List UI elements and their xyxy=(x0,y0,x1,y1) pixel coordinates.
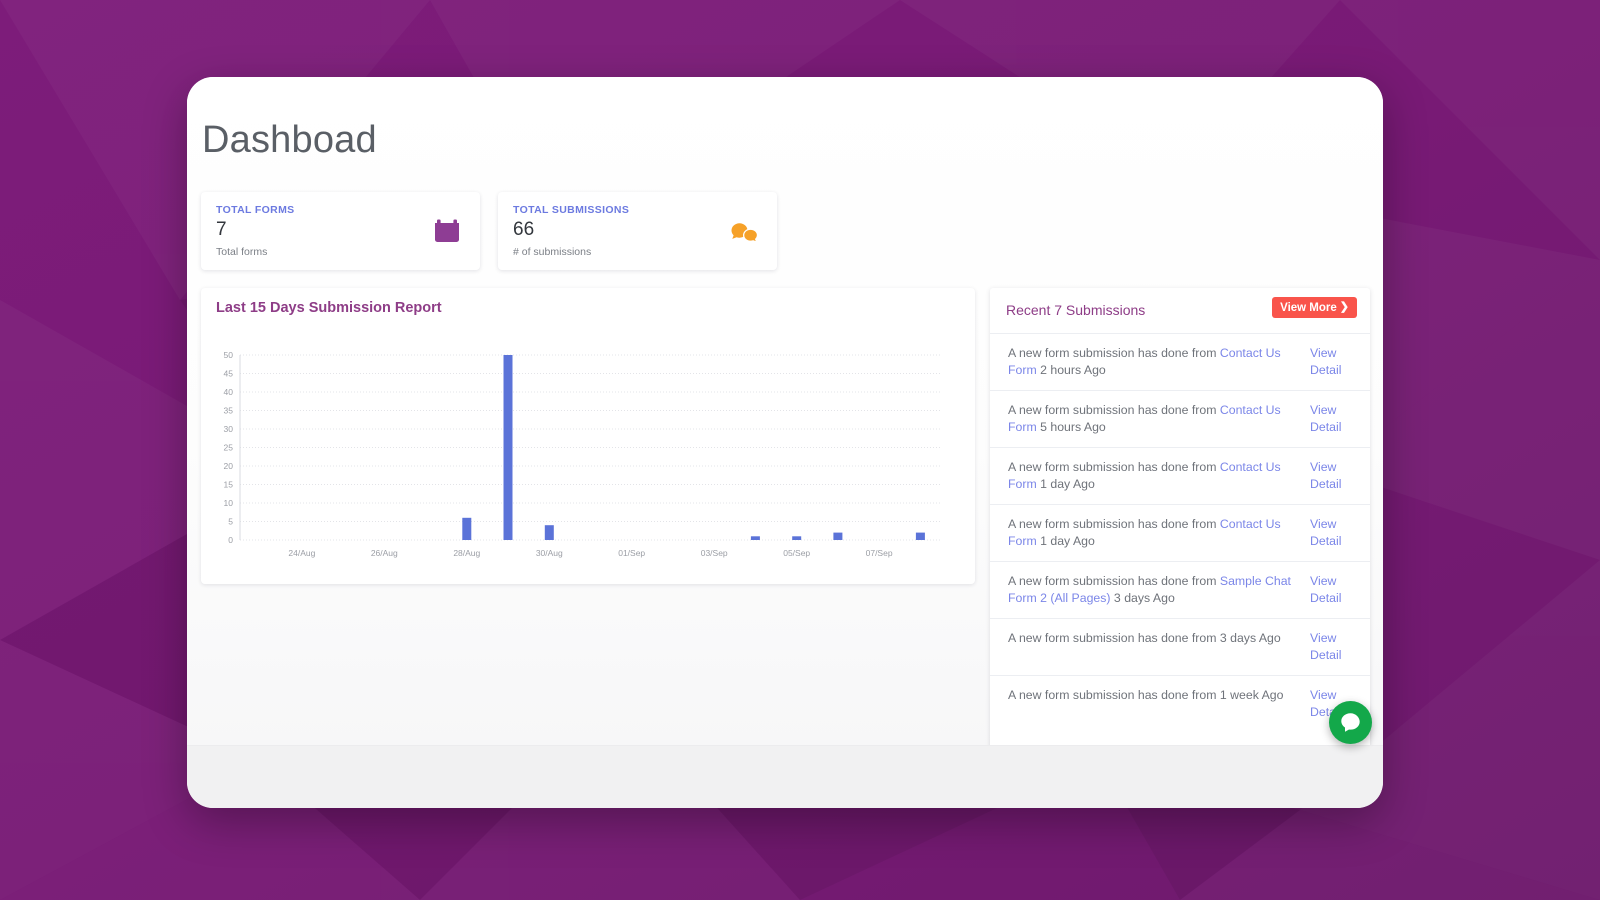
y-tick-label: 20 xyxy=(224,461,234,471)
chevron-right-icon: ❯ xyxy=(1339,301,1349,313)
chat-widget-button[interactable] xyxy=(1329,701,1372,744)
page-title: Dashboad xyxy=(202,119,377,161)
page-root: Dashboad TOTAL FORMS 7 Total forms TOTAL… xyxy=(0,0,1600,900)
submission-row[interactable]: A new form submission has done from Cont… xyxy=(990,333,1370,390)
submission-text: A new form submission has done from 3 da… xyxy=(1008,630,1310,647)
view-more-button[interactable]: View More ❯ xyxy=(1272,297,1357,318)
submission-time: 1 week Ago xyxy=(1219,688,1284,702)
submission-text: A new form submission has done from Samp… xyxy=(1008,573,1310,607)
y-tick-label: 25 xyxy=(224,443,234,453)
recent-submissions-header: Recent 7 Submissions View More ❯ xyxy=(990,288,1370,333)
y-tick-label: 50 xyxy=(224,350,234,360)
y-tick-label: 5 xyxy=(228,517,233,527)
submission-row[interactable]: A new form submission has done from 1 we… xyxy=(990,675,1370,732)
y-tick-label: 10 xyxy=(224,498,234,508)
y-tick-label: 15 xyxy=(224,480,234,490)
stat-card-total-forms[interactable]: TOTAL FORMS 7 Total forms xyxy=(201,192,480,270)
y-tick-label: 45 xyxy=(224,369,234,379)
x-tick-label: 24/Aug xyxy=(288,548,315,558)
chart-bar[interactable] xyxy=(462,517,472,540)
view-detail-link[interactable]: View Detail xyxy=(1310,402,1354,436)
submission-time: 1 day Ago xyxy=(1036,477,1095,491)
chart-bar[interactable] xyxy=(544,525,554,540)
stat-value: 66 xyxy=(513,219,535,240)
chart-bar[interactable] xyxy=(833,532,843,540)
submission-text: A new form submission has done from Cont… xyxy=(1008,402,1310,436)
app-content-area: Dashboad TOTAL FORMS 7 Total forms TOTAL… xyxy=(187,77,1383,791)
submission-prefix: A new form submission has done from xyxy=(1008,688,1220,702)
submission-time: 3 days Ago xyxy=(1110,591,1175,605)
chat-bubble-icon xyxy=(1341,713,1360,732)
submission-row[interactable]: A new form submission has done from Samp… xyxy=(990,561,1370,618)
x-tick-label: 28/Aug xyxy=(453,548,480,558)
submission-row[interactable]: A new form submission has done from Cont… xyxy=(990,390,1370,447)
submission-row[interactable]: A new form submission has done from Cont… xyxy=(990,447,1370,504)
submission-time: 3 days Ago xyxy=(1219,631,1281,645)
x-tick-label: 30/Aug xyxy=(536,548,563,558)
stat-label: TOTAL SUBMISSIONS xyxy=(513,204,630,216)
submission-text: A new form submission has done from Cont… xyxy=(1008,459,1310,493)
y-tick-label: 35 xyxy=(224,406,234,416)
chart-gridlines xyxy=(240,354,941,541)
submission-text: A new form submission has done from 1 we… xyxy=(1008,687,1310,704)
stat-label: TOTAL FORMS xyxy=(216,204,295,216)
app-window-card: Dashboad TOTAL FORMS 7 Total forms TOTAL… xyxy=(187,77,1383,808)
calendar-icon xyxy=(435,219,459,242)
x-tick-label: 01/Sep xyxy=(618,548,645,558)
submission-text: A new form submission has done from Cont… xyxy=(1008,516,1310,550)
submission-prefix: A new form submission has done from xyxy=(1008,631,1220,645)
chart-bar[interactable] xyxy=(915,532,925,540)
chart-title: Last 15 Days Submission Report xyxy=(216,300,442,316)
x-tick-label: 07/Sep xyxy=(866,548,893,558)
stat-value: 7 xyxy=(216,219,227,240)
submission-prefix: A new form submission has done from xyxy=(1008,517,1220,531)
submission-time: 2 hours Ago xyxy=(1036,363,1106,377)
recent-submissions-list: A new form submission has done from Cont… xyxy=(990,333,1370,732)
y-tick-label: 30 xyxy=(224,424,234,434)
submission-prefix: A new form submission has done from xyxy=(1008,346,1220,360)
submission-time: 5 hours Ago xyxy=(1036,420,1106,434)
recent-submissions-panel: Recent 7 Submissions View More ❯ A new f… xyxy=(990,288,1370,791)
chat-bubbles-icon xyxy=(731,223,759,244)
chart-bar[interactable] xyxy=(750,536,760,540)
stat-card-total-submissions[interactable]: TOTAL SUBMISSIONS 66 # of submissions xyxy=(498,192,777,270)
recent-submissions-title: Recent 7 Submissions xyxy=(1006,302,1146,318)
chart-bar[interactable] xyxy=(792,536,802,540)
submission-prefix: A new form submission has done from xyxy=(1008,574,1220,588)
submission-time: 1 day Ago xyxy=(1036,534,1095,548)
view-detail-link[interactable]: View Detail xyxy=(1310,630,1354,664)
y-tick-label: 0 xyxy=(228,535,233,545)
stat-sublabel: Total forms xyxy=(216,246,268,258)
stat-sublabel: # of submissions xyxy=(513,246,592,258)
submission-row[interactable]: A new form submission has done from 3 da… xyxy=(990,618,1370,675)
app-footer-bar xyxy=(187,745,1383,808)
chart-x-axis-labels: 24/Aug 26/Aug 28/Aug 30/Aug 01/Sep 03/Sep 05/S… xyxy=(288,548,892,558)
x-tick-label: 05/Sep xyxy=(783,548,810,558)
submission-row[interactable]: A new form submission has done from Cont… xyxy=(990,504,1370,561)
submission-prefix: A new form submission has done from xyxy=(1008,403,1220,417)
view-detail-link[interactable]: View Detail xyxy=(1310,459,1354,493)
x-tick-label: 26/Aug xyxy=(371,548,398,558)
view-detail-link[interactable]: View Detail xyxy=(1310,345,1354,379)
view-more-label: View More xyxy=(1280,301,1337,314)
submission-bar-chart[interactable]: 0 5 10 15 20 25 30 35 40 45 50 24/Aug 26/Aug 28/Aug 3… xyxy=(201,330,975,580)
submission-prefix: A new form submission has done from xyxy=(1008,460,1220,474)
chart-y-axis-labels: 0 5 10 15 20 25 30 35 40 45 50 xyxy=(224,350,234,545)
view-detail-link[interactable]: View Detail xyxy=(1310,573,1354,607)
x-tick-label: 03/Sep xyxy=(701,548,728,558)
submission-text: A new form submission has done from Cont… xyxy=(1008,345,1310,379)
chart-panel: Last 15 Days Submission Report 0 5 10 15 20 2… xyxy=(201,288,975,584)
chart-bar[interactable] xyxy=(503,355,513,540)
y-tick-label: 40 xyxy=(224,387,234,397)
view-detail-link[interactable]: View Detail xyxy=(1310,516,1354,550)
